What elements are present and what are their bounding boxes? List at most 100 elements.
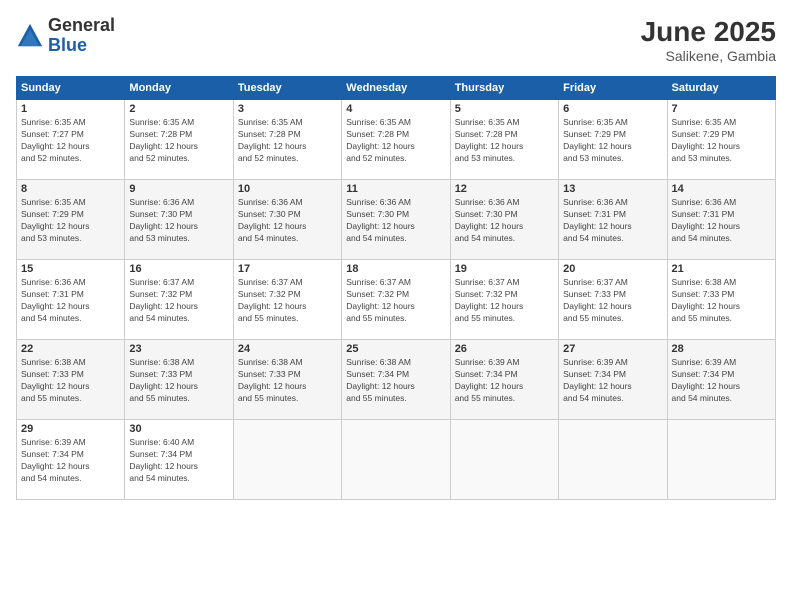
day-number: 19 — [455, 263, 554, 275]
col-sunday: Sunday — [17, 77, 125, 100]
day-info: Sunrise: 6:36 AM Sunset: 7:31 PM Dayligh… — [672, 197, 771, 245]
day-number: 20 — [563, 263, 662, 275]
calendar-cell — [559, 420, 667, 500]
day-info: Sunrise: 6:35 AM Sunset: 7:29 PM Dayligh… — [21, 197, 120, 245]
day-number: 10 — [238, 183, 337, 195]
calendar-table: Sunday Monday Tuesday Wednesday Thursday… — [16, 76, 776, 500]
day-info: Sunrise: 6:36 AM Sunset: 7:30 PM Dayligh… — [129, 197, 228, 245]
calendar-cell: 12 Sunrise: 6:36 AM Sunset: 7:30 PM Dayli… — [450, 180, 558, 260]
day-info: Sunrise: 6:36 AM Sunset: 7:30 PM Dayligh… — [346, 197, 445, 245]
day-info: Sunrise: 6:35 AM Sunset: 7:29 PM Dayligh… — [672, 117, 771, 165]
calendar-cell: 10 Sunrise: 6:36 AM Sunset: 7:30 PM Dayli… — [233, 180, 341, 260]
col-monday: Monday — [125, 77, 233, 100]
logo-text: General Blue — [48, 16, 115, 56]
day-number: 15 — [21, 263, 120, 275]
calendar-cell: 14 Sunrise: 6:36 AM Sunset: 7:31 PM Dayli… — [667, 180, 775, 260]
day-number: 2 — [129, 103, 228, 115]
col-wednesday: Wednesday — [342, 77, 450, 100]
day-number: 6 — [563, 103, 662, 115]
day-info: Sunrise: 6:38 AM Sunset: 7:33 PM Dayligh… — [238, 357, 337, 405]
day-info: Sunrise: 6:35 AM Sunset: 7:28 PM Dayligh… — [455, 117, 554, 165]
calendar-header-row: Sunday Monday Tuesday Wednesday Thursday… — [17, 77, 776, 100]
day-number: 5 — [455, 103, 554, 115]
calendar-cell: 8 Sunrise: 6:35 AM Sunset: 7:29 PM Daylig… — [17, 180, 125, 260]
calendar-cell — [667, 420, 775, 500]
day-number: 25 — [346, 343, 445, 355]
day-number: 30 — [129, 423, 228, 435]
day-info: Sunrise: 6:38 AM Sunset: 7:34 PM Dayligh… — [346, 357, 445, 405]
day-info: Sunrise: 6:36 AM Sunset: 7:31 PM Dayligh… — [563, 197, 662, 245]
day-number: 18 — [346, 263, 445, 275]
page: General Blue June 2025 Salikene, Gambia … — [0, 0, 792, 612]
logo-icon — [16, 22, 44, 50]
day-info: Sunrise: 6:36 AM Sunset: 7:30 PM Dayligh… — [455, 197, 554, 245]
calendar-cell: 7 Sunrise: 6:35 AM Sunset: 7:29 PM Daylig… — [667, 100, 775, 180]
calendar-cell: 25 Sunrise: 6:38 AM Sunset: 7:34 PM Dayli… — [342, 340, 450, 420]
calendar-cell: 20 Sunrise: 6:37 AM Sunset: 7:33 PM Dayli… — [559, 260, 667, 340]
day-number: 8 — [21, 183, 120, 195]
calendar-cell: 11 Sunrise: 6:36 AM Sunset: 7:30 PM Dayli… — [342, 180, 450, 260]
day-number: 22 — [21, 343, 120, 355]
calendar-cell: 6 Sunrise: 6:35 AM Sunset: 7:29 PM Daylig… — [559, 100, 667, 180]
calendar-cell: 9 Sunrise: 6:36 AM Sunset: 7:30 PM Daylig… — [125, 180, 233, 260]
calendar-cell: 27 Sunrise: 6:39 AM Sunset: 7:34 PM Dayli… — [559, 340, 667, 420]
calendar-cell — [233, 420, 341, 500]
day-info: Sunrise: 6:35 AM Sunset: 7:28 PM Dayligh… — [238, 117, 337, 165]
logo-general: General — [48, 16, 115, 36]
calendar-week-row-2: 15Sunrise: 6:36 AM Sunset: 7:31 PM Dayli… — [17, 260, 776, 340]
day-info: Sunrise: 6:38 AM Sunset: 7:33 PM Dayligh… — [21, 357, 120, 405]
col-tuesday: Tuesday — [233, 77, 341, 100]
day-number: 21 — [672, 263, 771, 275]
day-info: Sunrise: 6:35 AM Sunset: 7:28 PM Dayligh… — [346, 117, 445, 165]
day-number: 11 — [346, 183, 445, 195]
calendar-cell: 3Sunrise: 6:35 AM Sunset: 7:28 PM Daylig… — [233, 100, 341, 180]
calendar-cell: 23Sunrise: 6:38 AM Sunset: 7:33 PM Dayli… — [125, 340, 233, 420]
calendar-cell: 19 Sunrise: 6:37 AM Sunset: 7:32 PM Dayli… — [450, 260, 558, 340]
day-info: Sunrise: 6:40 AM Sunset: 7:34 PM Dayligh… — [129, 437, 228, 485]
calendar-cell: 26 Sunrise: 6:39 AM Sunset: 7:34 PM Dayli… — [450, 340, 558, 420]
day-info: Sunrise: 6:36 AM Sunset: 7:30 PM Dayligh… — [238, 197, 337, 245]
day-info: Sunrise: 6:35 AM Sunset: 7:28 PM Dayligh… — [129, 117, 228, 165]
logo-blue: Blue — [48, 36, 115, 56]
day-info: Sunrise: 6:39 AM Sunset: 7:34 PM Dayligh… — [563, 357, 662, 405]
calendar-cell: 16 Sunrise: 6:37 AM Sunset: 7:32 PM Dayli… — [125, 260, 233, 340]
calendar-week-row-1: 8 Sunrise: 6:35 AM Sunset: 7:29 PM Daylig… — [17, 180, 776, 260]
day-number: 9 — [129, 183, 228, 195]
day-number: 26 — [455, 343, 554, 355]
day-info: Sunrise: 6:39 AM Sunset: 7:34 PM Dayligh… — [21, 437, 120, 485]
calendar-cell: 29 Sunrise: 6:39 AM Sunset: 7:34 PM Dayli… — [17, 420, 125, 500]
logo: General Blue — [16, 16, 115, 56]
calendar-cell: 5 Sunrise: 6:35 AM Sunset: 7:28 PM Daylig… — [450, 100, 558, 180]
calendar-cell: 30 Sunrise: 6:40 AM Sunset: 7:34 PM Dayli… — [125, 420, 233, 500]
day-info: Sunrise: 6:37 AM Sunset: 7:32 PM Dayligh… — [455, 277, 554, 325]
day-info: Sunrise: 6:37 AM Sunset: 7:33 PM Dayligh… — [563, 277, 662, 325]
day-number: 12 — [455, 183, 554, 195]
calendar-cell: 24Sunrise: 6:38 AM Sunset: 7:33 PM Dayli… — [233, 340, 341, 420]
col-friday: Friday — [559, 77, 667, 100]
calendar-cell: 13Sunrise: 6:36 AM Sunset: 7:31 PM Dayli… — [559, 180, 667, 260]
day-info: Sunrise: 6:37 AM Sunset: 7:32 PM Dayligh… — [238, 277, 337, 325]
calendar-cell — [342, 420, 450, 500]
day-info: Sunrise: 6:38 AM Sunset: 7:33 PM Dayligh… — [672, 277, 771, 325]
day-info: Sunrise: 6:38 AM Sunset: 7:33 PM Dayligh… — [129, 357, 228, 405]
day-info: Sunrise: 6:39 AM Sunset: 7:34 PM Dayligh… — [455, 357, 554, 405]
day-number: 27 — [563, 343, 662, 355]
day-info: Sunrise: 6:35 AM Sunset: 7:29 PM Dayligh… — [563, 117, 662, 165]
calendar-cell: 21 Sunrise: 6:38 AM Sunset: 7:33 PM Dayli… — [667, 260, 775, 340]
month-title: June 2025 — [641, 16, 776, 48]
location-title: Salikene, Gambia — [641, 48, 776, 64]
title-block: June 2025 Salikene, Gambia — [641, 16, 776, 64]
header: General Blue June 2025 Salikene, Gambia — [16, 16, 776, 64]
day-number: 29 — [21, 423, 120, 435]
day-number: 28 — [672, 343, 771, 355]
day-number: 17 — [238, 263, 337, 275]
calendar-cell: 28 Sunrise: 6:39 AM Sunset: 7:34 PM Dayli… — [667, 340, 775, 420]
day-info: Sunrise: 6:39 AM Sunset: 7:34 PM Dayligh… — [672, 357, 771, 405]
calendar-cell: 22 Sunrise: 6:38 AM Sunset: 7:33 PM Dayli… — [17, 340, 125, 420]
day-number: 14 — [672, 183, 771, 195]
day-number: 16 — [129, 263, 228, 275]
calendar-cell: 18Sunrise: 6:37 AM Sunset: 7:32 PM Dayli… — [342, 260, 450, 340]
day-number: 7 — [672, 103, 771, 115]
calendar-cell: 17 Sunrise: 6:37 AM Sunset: 7:32 PM Dayli… — [233, 260, 341, 340]
day-info: Sunrise: 6:37 AM Sunset: 7:32 PM Dayligh… — [129, 277, 228, 325]
